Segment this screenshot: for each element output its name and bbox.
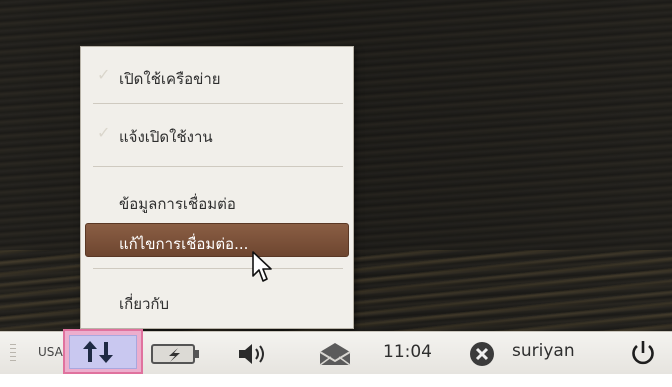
network-applet-button[interactable] xyxy=(63,329,143,374)
menu-item-enable-networking[interactable]: ✓ เปิดใช้เครือข่าย xyxy=(81,59,353,93)
menu-item-label: แจ้งเปิดใช้งาน xyxy=(119,128,213,146)
mouse-cursor-icon xyxy=(252,251,272,282)
check-icon: ✓ xyxy=(97,65,111,84)
username[interactable]: suriyan xyxy=(512,341,575,383)
menu-item-label: เปิดใช้เครือข่าย xyxy=(119,70,221,88)
bottom-panel: USA 11:04 suriyan xyxy=(0,329,672,374)
network-menu: ✓ เปิดใช้เครือข่าย ✓ แจ้งเปิดใช้งาน ข้อม… xyxy=(80,46,354,329)
menu-separator xyxy=(93,103,343,104)
user-status-icon[interactable] xyxy=(468,340,498,368)
mail-icon[interactable] xyxy=(316,340,354,368)
menu-item-label: ข้อมูลการเชื่อมต่อ xyxy=(119,195,236,213)
menu-item-label: แก้ไขการเชื่อมต่อ... xyxy=(119,235,249,253)
menu-item-label: เกี่ยวกับ xyxy=(119,295,170,313)
panel-drag-handle[interactable] xyxy=(10,344,16,362)
battery-icon[interactable] xyxy=(150,340,208,368)
volume-icon[interactable] xyxy=(236,340,272,368)
menu-item-enable-notifications[interactable]: ✓ แจ้งเปิดใช้งาน xyxy=(81,117,353,151)
keyboard-layout-indicator[interactable]: USA xyxy=(38,345,63,387)
power-icon[interactable] xyxy=(628,338,658,368)
menu-item-about[interactable]: เกี่ยวกับ xyxy=(81,284,353,318)
menu-separator xyxy=(93,166,343,167)
menu-item-edit-connections[interactable]: แก้ไขการเชื่อมต่อ... xyxy=(85,223,349,257)
clock[interactable]: 11:04 xyxy=(383,342,432,384)
menu-separator xyxy=(93,268,343,269)
network-button-face xyxy=(69,335,137,369)
check-icon: ✓ xyxy=(97,123,111,142)
network-icon xyxy=(83,341,113,363)
menu-item-connection-info[interactable]: ข้อมูลการเชื่อมต่อ xyxy=(81,184,353,218)
